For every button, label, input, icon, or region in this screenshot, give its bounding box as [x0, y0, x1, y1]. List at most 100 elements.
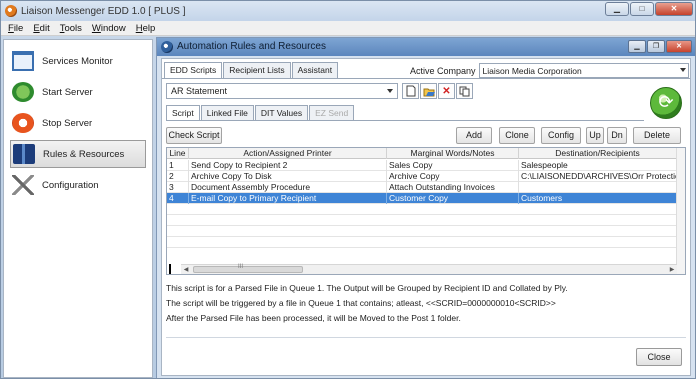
copy-icon	[459, 86, 470, 96]
up-button[interactable]: Up	[586, 127, 604, 144]
title-bar[interactable]: Liaison Messenger EDD 1.0 [ PLUS ] ▁ □ ✕	[1, 1, 695, 21]
child-minimize-button[interactable]: ▁	[628, 40, 646, 53]
child-close-button[interactable]: ✕	[666, 40, 692, 53]
menu-help[interactable]: Help	[132, 21, 160, 35]
child-content: EDD Scripts Recipient Lists Assistant Ac…	[161, 58, 691, 376]
text-cursor	[169, 264, 171, 274]
tab-edd-scripts[interactable]: EDD Scripts	[164, 62, 223, 78]
delete-button[interactable]: Delete	[633, 127, 681, 144]
script-description: This script is for a Parsed File in Queu…	[166, 281, 686, 326]
copy-script-button[interactable]	[456, 83, 473, 99]
script-subtabs: Script Linked File DIT Values EZ Send	[166, 105, 355, 121]
column-header-destination[interactable]: Destination/Recipients	[519, 148, 677, 159]
cell-notes: Customer Copy	[387, 193, 519, 204]
child-window-title: Automation Rules and Resources	[177, 41, 326, 52]
tab-script[interactable]: Script	[166, 105, 200, 121]
menu-edit[interactable]: Edit	[29, 21, 53, 35]
new-file-icon	[406, 85, 415, 97]
scroll-right-icon[interactable]: ▶	[668, 266, 676, 274]
column-header-line[interactable]: Line	[167, 148, 189, 159]
sidebar-item-services-monitor[interactable]: Services Monitor	[10, 47, 146, 75]
chevron-down-icon	[387, 89, 393, 93]
new-script-button[interactable]	[402, 83, 419, 99]
table-row-selected[interactable]: 4 E-mail Copy to Primary Recipient Custo…	[167, 193, 685, 204]
menu-file[interactable]: File	[4, 21, 27, 35]
table-row-empty[interactable]	[167, 226, 685, 237]
sidebar: Services Monitor Start Server Stop Serve…	[3, 39, 153, 378]
cell-action: E-mail Copy to Primary Recipient	[189, 193, 387, 204]
sidebar-item-label: Configuration	[42, 179, 99, 191]
cell-destination	[519, 182, 677, 193]
description-line: The script will be triggered by a file i…	[166, 298, 556, 308]
column-header-notes[interactable]: Marginal Words/Notes	[387, 148, 519, 159]
menu-window[interactable]: Window	[88, 21, 130, 35]
close-button-label: Close	[647, 352, 671, 362]
child-restore-button[interactable]: ❐	[647, 40, 665, 53]
tab-divider	[162, 78, 690, 79]
column-header-action[interactable]: Action/Assigned Printer	[189, 148, 387, 159]
tab-linked-file[interactable]: Linked File	[200, 105, 254, 121]
table-row-empty[interactable]	[167, 204, 685, 215]
maximize-button[interactable]: □	[630, 2, 654, 16]
scroll-left-icon[interactable]: ◀	[182, 266, 190, 274]
refresh-button[interactable]: ⟳	[650, 87, 682, 119]
config-button[interactable]: Config	[541, 127, 581, 144]
sidebar-item-label: Stop Server	[42, 117, 93, 129]
footer-divider	[166, 337, 686, 338]
table-row-empty[interactable]	[167, 215, 685, 226]
table-row[interactable]: 2 Archive Copy To Disk Archive Copy C:\L…	[167, 171, 685, 182]
refresh-icon: ⟳	[658, 92, 674, 112]
delete-script-button[interactable]: ✕	[438, 83, 455, 99]
sidebar-item-rules-resources[interactable]: Rules & Resources	[10, 140, 146, 168]
script-value: AR Statement	[171, 86, 228, 96]
tab-dit-values[interactable]: DIT Values	[254, 105, 309, 121]
automation-rules-window: Automation Rules and Resources ▁ ❐ ✕ EDD…	[156, 37, 695, 378]
scroll-thumb[interactable]: III	[193, 264, 303, 273]
cell-action: Archive Copy To Disk	[189, 171, 387, 182]
vertical-scrollbar[interactable]	[676, 148, 685, 274]
child-window-icon	[161, 41, 173, 53]
down-button[interactable]: Dn	[607, 127, 627, 144]
rules-icon	[13, 144, 35, 164]
sidebar-item-label: Start Server	[42, 86, 93, 98]
description-line: After the Parsed File has been processed…	[166, 313, 461, 323]
minimize-button[interactable]: ▁	[605, 2, 629, 16]
sidebar-item-configuration[interactable]: Configuration	[10, 171, 146, 199]
chevron-down-icon	[679, 68, 686, 72]
script-select[interactable]: AR Statement	[166, 83, 398, 99]
window-title: Liaison Messenger EDD 1.0 [ PLUS ]	[21, 6, 186, 17]
delete-x-icon: ✕	[442, 85, 451, 97]
table-row[interactable]: 1 Send Copy to Recipient 2 Sales Copy Sa…	[167, 160, 685, 171]
sidebar-item-label: Rules & Resources	[43, 148, 125, 160]
tab-recipient-lists[interactable]: Recipient Lists	[223, 62, 291, 78]
open-script-button[interactable]	[420, 83, 437, 99]
app-window: Liaison Messenger EDD 1.0 [ PLUS ] ▁ □ ✕…	[0, 0, 696, 379]
description-line: This script is for a Parsed File in Queu…	[166, 283, 568, 293]
horizontal-scrollbar[interactable]: ◀ III ▶	[181, 264, 677, 274]
clone-button[interactable]: Clone	[499, 127, 535, 144]
sidebar-item-stop-server[interactable]: Stop Server	[10, 109, 146, 137]
sidebar-item-start-server[interactable]: Start Server	[10, 78, 146, 106]
start-server-icon	[12, 82, 34, 102]
company-label: Active Company	[410, 65, 476, 76]
stop-server-icon	[12, 113, 34, 133]
script-grid: Line Action/Assigned Printer Marginal Wo…	[166, 147, 686, 275]
cell-destination: C:\LIAISONEDD\ARCHIVES\Orr Protection	[521, 171, 677, 182]
menu-tools[interactable]: Tools	[56, 21, 86, 35]
cell-destination: Customers	[519, 193, 677, 204]
child-title-bar[interactable]: Automation Rules and Resources ▁ ❐ ✕	[157, 38, 695, 56]
company-select[interactable]: Liaison Media Corporation	[478, 63, 689, 78]
close-button[interactable]: Close	[636, 348, 682, 366]
cell-line: 1	[167, 160, 189, 171]
check-script-button[interactable]: Check Script	[166, 127, 222, 144]
company-value: Liaison Media Corporation	[482, 66, 582, 76]
table-row-empty[interactable]	[167, 237, 685, 248]
menu-bar: File Edit Tools Window Help	[1, 21, 695, 36]
cell-notes: Sales Copy	[387, 160, 519, 171]
grid-header: Line Action/Assigned Printer Marginal Wo…	[167, 148, 685, 159]
table-row[interactable]: 3 Document Assembly Procedure Attach Out…	[167, 182, 685, 193]
tab-assistant[interactable]: Assistant	[291, 62, 339, 78]
add-button[interactable]: Add	[456, 127, 492, 144]
close-window-button[interactable]: ✕	[655, 2, 693, 16]
scroll-thumb-grip: III	[238, 264, 244, 270]
